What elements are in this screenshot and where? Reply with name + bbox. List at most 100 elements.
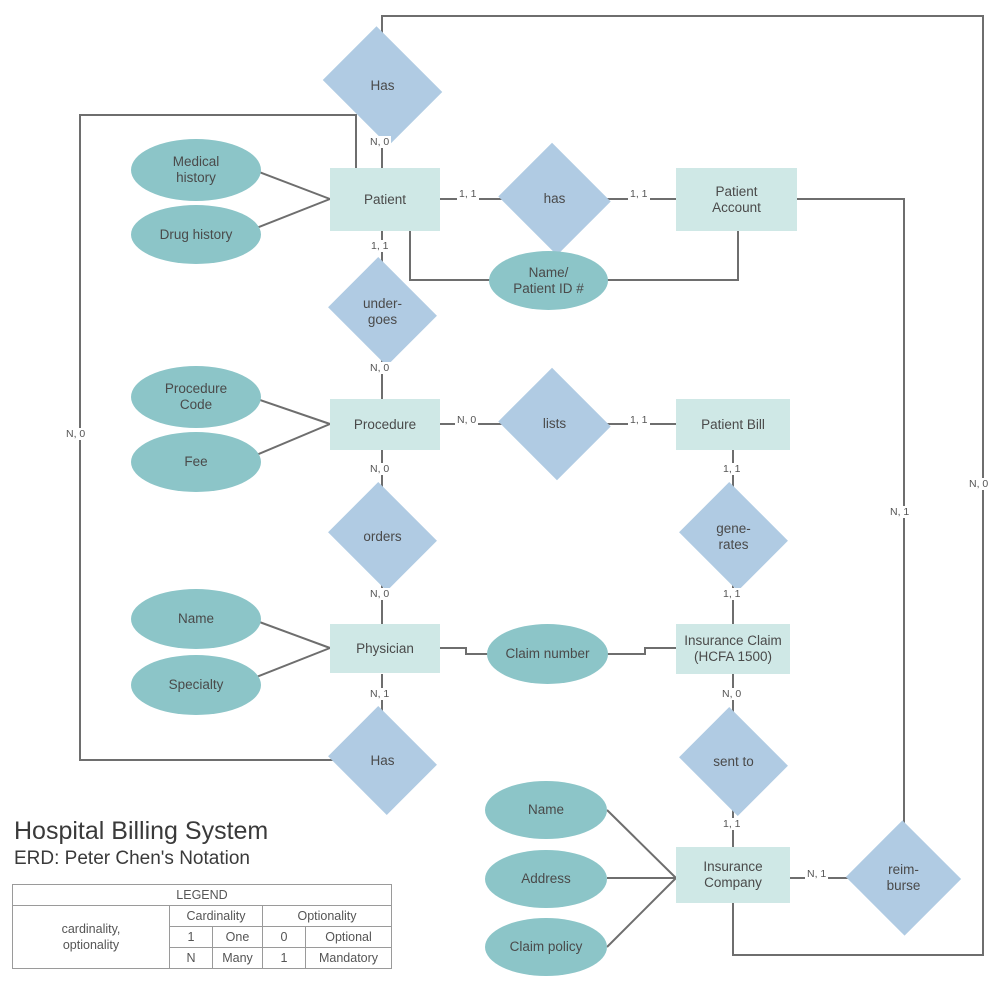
wire-claimnumber-claim <box>607 647 676 655</box>
relationship-has-bottom-label: Has <box>370 752 395 768</box>
attribute-procedure-code[interactable]: Procedure Code <box>131 366 261 428</box>
page-subtitle: ERD: Peter Chen's Notation <box>14 847 250 869</box>
cardinality-bill-generates: 1, 1 <box>721 463 743 475</box>
cardinality-orders-physician: N, 0 <box>368 588 392 600</box>
cardinality-right-outer: N, 0 <box>967 478 991 490</box>
relationship-orders-label: orders <box>363 528 402 544</box>
page-title: Hospital Billing System <box>14 817 269 845</box>
entity-physician-label: Physician <box>356 640 414 656</box>
cardinality-left-loop: N, 0 <box>64 428 88 440</box>
relationship-has-top[interactable]: Has <box>322 26 443 146</box>
wire-top-outer-loop <box>381 15 984 956</box>
cardinality-right-inner: N, 1 <box>888 506 912 518</box>
relationship-has-label: has <box>543 191 566 207</box>
erd-canvas: Patient Patient Account Procedure Patient… <box>0 0 1000 1000</box>
relationship-sent-to[interactable]: sent to <box>679 707 788 816</box>
attribute-drug-history-label: Drug history <box>159 226 233 242</box>
legend-opt-word: Mandatory <box>305 947 392 969</box>
relationship-lists[interactable]: lists <box>498 367 611 481</box>
entity-insurance-claim-label: Insurance Claim (HCFA 1500) <box>684 633 782 664</box>
legend-opt-symbol: 1 <box>262 947 306 969</box>
legend-table: LEGEND cardinality, optionality Cardinali… <box>12 884 392 969</box>
attribute-ic-name-label: Name <box>527 802 564 818</box>
entity-patient-account-label: Patient Account <box>712 183 761 215</box>
cardinality-has-account: 1, 1 <box>628 188 650 200</box>
relationship-undergoes[interactable]: under-goes <box>328 257 437 366</box>
legend-group-cardinality: Cardinality <box>169 905 263 927</box>
cardinality-undergoes-procedure: N, 0 <box>368 362 392 374</box>
relationship-lists-label: lists <box>542 416 567 432</box>
wire-proccode-procedure <box>253 397 331 425</box>
attribute-physician-name[interactable]: Name <box>131 589 261 649</box>
cardinality-patient-has: 1, 1 <box>457 188 479 200</box>
cardinality-procedure-lists: N, 0 <box>455 414 479 426</box>
legend-card-word: One <box>212 926 263 948</box>
cardinality-lists-bill: 1, 1 <box>628 414 650 426</box>
cardinality-company-reimburse: N, 1 <box>805 868 829 880</box>
entity-insurance-company[interactable]: Insurance Company <box>676 847 790 903</box>
attribute-specialty-label: Specialty <box>168 677 224 693</box>
title-block: Hospital Billing System ERD: Peter Chen'… <box>14 817 269 870</box>
wire-account-nameid <box>600 231 739 281</box>
relationship-generates[interactable]: gene-rates <box>679 482 788 591</box>
attribute-claim-number[interactable]: Claim number <box>487 624 608 684</box>
legend-opt-symbol: 0 <box>262 926 306 948</box>
attribute-name-patient-id[interactable]: Name/Patient ID # <box>489 251 608 310</box>
attribute-ic-address[interactable]: Address <box>485 850 607 908</box>
attribute-specialty[interactable]: Specialty <box>131 655 261 715</box>
legend-opt-word: Optional <box>305 926 392 948</box>
entity-insurance-claim[interactable]: Insurance Claim (HCFA 1500) <box>676 624 790 674</box>
cardinality-claim-sentto: N, 0 <box>720 688 744 700</box>
wire-icname-company <box>606 809 677 879</box>
entity-physician[interactable]: Physician <box>330 624 440 673</box>
relationship-has[interactable]: has <box>498 142 611 256</box>
wire-account-reimburse <box>797 198 905 838</box>
legend-group-optionality: Optionality <box>262 905 392 927</box>
attribute-ic-address-label: Address <box>521 871 571 887</box>
wire-patient-nameid <box>409 231 497 281</box>
legend-group-row: cardinality, optionality Cardinality Opti… <box>12 905 392 969</box>
relationship-reimburse-label: reim-burse <box>886 862 921 893</box>
legend-row-label: cardinality, optionality <box>12 905 170 969</box>
attribute-physician-name-label: Name <box>177 611 214 627</box>
cardinality-physician-has: N, 1 <box>368 688 392 700</box>
legend-card-symbol: N <box>169 947 213 969</box>
entity-patient-label: Patient <box>363 191 407 207</box>
legend-header-row: LEGEND <box>12 884 392 906</box>
legend-card-symbol: 1 <box>169 926 213 948</box>
relationship-generates-label: gene-rates <box>716 520 751 552</box>
relationship-undergoes-label: under-goes <box>362 295 403 327</box>
cardinality-sentto-company: 1, 1 <box>721 818 743 830</box>
entity-insurance-company-label: Insurance Company <box>703 859 763 890</box>
attribute-procedure-code-label: Procedure Code <box>164 381 228 412</box>
wire-icpolicy-company <box>606 877 677 948</box>
entity-patient-account[interactable]: Patient Account <box>676 168 797 231</box>
entity-patient[interactable]: Patient <box>330 168 440 231</box>
wire-medhistory-patient <box>253 169 331 200</box>
wire-specialty-physician <box>253 647 331 679</box>
entity-procedure[interactable]: Procedure <box>330 399 440 450</box>
attribute-drug-history[interactable]: Drug history <box>131 205 261 264</box>
cardinality-patient-undergoes: 1, 1 <box>369 240 391 252</box>
legend-card-word: Many <box>212 947 263 969</box>
attribute-ic-name[interactable]: Name <box>485 781 607 839</box>
relationship-sent-to-label: sent to <box>713 753 754 769</box>
relationship-orders[interactable]: orders <box>328 482 437 591</box>
wire-physician-claimnumber <box>440 647 492 655</box>
cardinality-has-top-patient: N, 0 <box>368 136 392 148</box>
attribute-name-patient-id-label: Name/Patient ID # <box>513 264 584 296</box>
wire-fee-procedure <box>253 423 331 457</box>
cardinality-procedure-orders: N, 0 <box>368 463 392 475</box>
cardinality-generates-claim: 1, 1 <box>721 588 743 600</box>
relationship-reimburse[interactable]: reim-burse <box>845 820 962 936</box>
entity-patient-bill[interactable]: Patient Bill <box>676 399 790 450</box>
entity-patient-bill-label: Patient Bill <box>701 416 765 432</box>
entity-procedure-label: Procedure <box>353 416 417 432</box>
attribute-fee[interactable]: Fee <box>131 432 261 492</box>
attribute-claim-number-label: Claim number <box>505 646 590 662</box>
attribute-medical-history-label: Medical history <box>172 154 220 185</box>
attribute-medical-history[interactable]: Medical history <box>131 139 261 201</box>
attribute-ic-claim-policy[interactable]: Claim policy <box>485 918 607 976</box>
wire-drughistory-patient <box>253 198 331 230</box>
relationship-has-bottom[interactable]: Has <box>328 706 437 815</box>
